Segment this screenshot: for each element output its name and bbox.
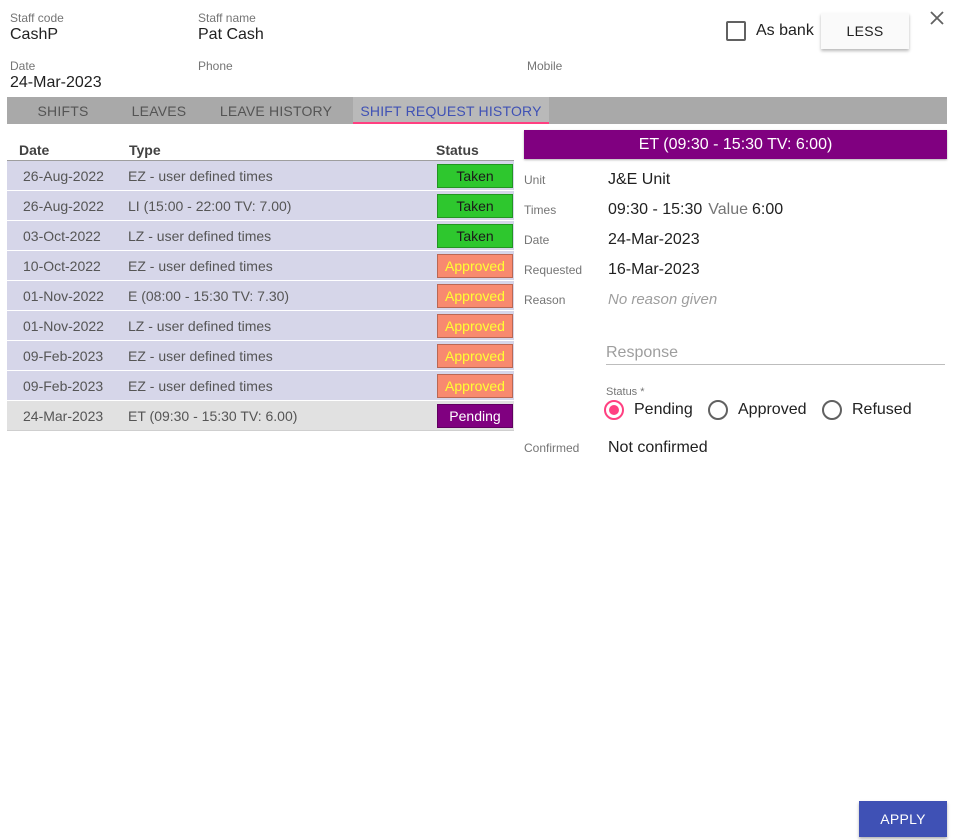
- status-badge: Approved: [437, 314, 513, 338]
- staff-code-label: Staff code: [10, 11, 64, 25]
- column-status: Status: [436, 142, 479, 158]
- row-date: 01-Nov-2022: [23, 288, 104, 304]
- row-type: EZ - user defined times: [128, 168, 273, 184]
- times-row: 09:30 - 15:30 Value 6:00: [608, 201, 783, 219]
- list-item[interactable]: 24-Mar-2023 ET (09:30 - 15:30 TV: 6.00) Pe…: [7, 401, 514, 431]
- list-item[interactable]: 03-Oct-2022 LZ - user defined times Taken: [7, 221, 514, 251]
- date-label: Date: [10, 59, 36, 73]
- column-date: Date: [19, 142, 50, 158]
- column-type: Type: [129, 142, 161, 158]
- status-badge: Approved: [437, 284, 513, 308]
- times-value: 09:30 - 15:30: [608, 201, 703, 218]
- status-badge: Taken: [437, 224, 513, 248]
- row-type: ET (09:30 - 15:30 TV: 6.00): [128, 408, 298, 424]
- close-icon[interactable]: [928, 9, 946, 27]
- status-radio-pending[interactable]: [604, 400, 624, 420]
- list-header: Date Type Status: [7, 140, 514, 161]
- times-label: Times: [524, 203, 557, 217]
- row-date: 09-Feb-2023: [23, 378, 104, 394]
- tab-shifts[interactable]: SHIFTS: [7, 97, 119, 124]
- list-item[interactable]: 01-Nov-2022 LZ - user defined times Approv…: [7, 311, 514, 341]
- status-badge: Approved: [437, 254, 513, 278]
- row-date: 10-Oct-2022: [23, 258, 101, 274]
- confirmed-value: Not confirmed: [608, 439, 708, 456]
- tab-bar: SHIFTS LEAVES LEAVE HISTORY SHIFT REQUES…: [7, 97, 947, 124]
- status-badge: Pending: [437, 404, 513, 428]
- row-type: EZ - user defined times: [128, 348, 273, 364]
- value-label: Value: [708, 201, 749, 218]
- row-date: 24-Mar-2023: [23, 408, 104, 424]
- list-item[interactable]: 26-Aug-2022 EZ - user defined times Taken: [7, 161, 514, 191]
- row-type: EZ - user defined times: [128, 378, 273, 394]
- status-badge: Approved: [437, 374, 513, 398]
- status-badge: Taken: [437, 164, 513, 188]
- detail-date-label: Date: [524, 233, 550, 247]
- status-label: Status *: [606, 386, 645, 398]
- shift-request-list: 26-Aug-2022 EZ - user defined times Taken 2…: [7, 161, 514, 431]
- as-bank-checkbox[interactable]: [726, 21, 746, 41]
- list-item[interactable]: 10-Oct-2022 EZ - user defined times Approv…: [7, 251, 514, 281]
- tab-leaves[interactable]: LEAVES: [119, 97, 199, 124]
- staff-name-label: Staff name: [198, 11, 256, 25]
- status-option-refused[interactable]: Refused: [852, 401, 912, 419]
- list-item[interactable]: 09-Feb-2023 EZ - user defined times Approv…: [7, 341, 514, 371]
- row-type: LZ - user defined times: [128, 318, 272, 334]
- phone-label: Phone: [198, 59, 233, 73]
- list-item[interactable]: 26-Aug-2022 LI (15:00 - 22:00 TV: 7.00) Ta…: [7, 191, 514, 221]
- tab-shift-request-history[interactable]: SHIFT REQUEST HISTORY: [353, 97, 549, 124]
- status-badge: Approved: [437, 344, 513, 368]
- mobile-label: Mobile: [527, 59, 563, 73]
- status-radio-refused[interactable]: [822, 400, 842, 420]
- reason-label: Reason: [524, 293, 566, 307]
- as-bank-label[interactable]: As bank: [756, 22, 814, 40]
- list-item[interactable]: 09-Feb-2023 EZ - user defined times Approv…: [7, 371, 514, 401]
- apply-button[interactable]: APPLY: [859, 801, 947, 837]
- staff-name-value: Pat Cash: [198, 26, 264, 43]
- unit-value: J&E Unit: [608, 171, 671, 188]
- status-badge: Taken: [437, 194, 513, 218]
- row-type: LI (15:00 - 22:00 TV: 7.00): [128, 198, 292, 214]
- staff-code-value: CashP: [10, 26, 59, 43]
- row-date: 09-Feb-2023: [23, 348, 104, 364]
- row-type: LZ - user defined times: [128, 228, 272, 244]
- requested-label: Requested: [524, 263, 583, 277]
- list-item[interactable]: 01-Nov-2022 E (08:00 - 15:30 TV: 7.30) App…: [7, 281, 514, 311]
- unit-label: Unit: [524, 173, 546, 187]
- reason-value: No reason given: [608, 291, 718, 308]
- row-date: 26-Aug-2022: [23, 198, 104, 214]
- detail-title: ET (09:30 - 15:30 TV: 6:00): [524, 130, 947, 159]
- row-type: EZ - user defined times: [128, 258, 273, 274]
- confirmed-label: Confirmed: [524, 441, 580, 455]
- row-date: 01-Nov-2022: [23, 318, 104, 334]
- tab-leave-history[interactable]: LEAVE HISTORY: [199, 97, 353, 124]
- status-radio-approved[interactable]: [708, 400, 728, 420]
- row-date: 03-Oct-2022: [23, 228, 101, 244]
- status-option-approved[interactable]: Approved: [738, 401, 807, 419]
- response-input[interactable]: [606, 341, 945, 365]
- detail-date-value: 24-Mar-2023: [608, 231, 700, 248]
- value-value: 6:00: [752, 201, 784, 218]
- row-type: E (08:00 - 15:30 TV: 7.30): [128, 288, 290, 304]
- requested-value: 16-Mar-2023: [608, 261, 700, 278]
- date-value: 24-Mar-2023: [10, 74, 102, 91]
- row-date: 26-Aug-2022: [23, 168, 104, 184]
- less-button[interactable]: LESS: [821, 13, 909, 49]
- status-option-pending[interactable]: Pending: [634, 401, 693, 419]
